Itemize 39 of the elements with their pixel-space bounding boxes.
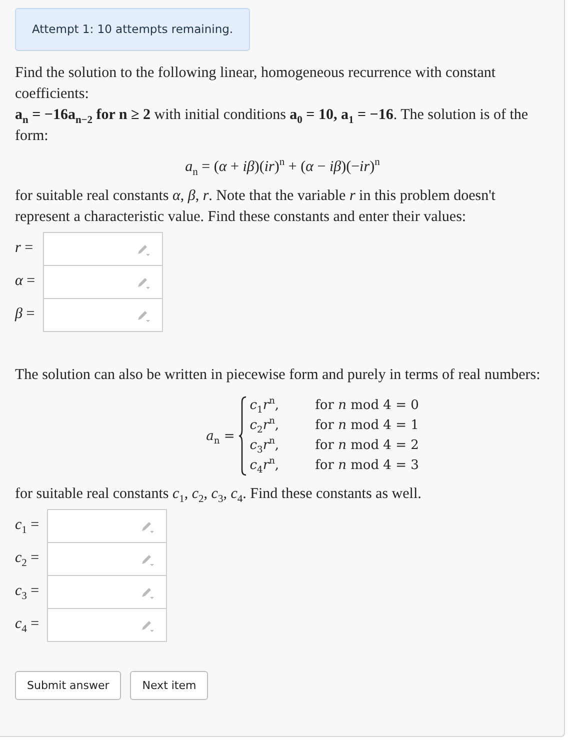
action-button[interactable]: Next item xyxy=(130,671,208,700)
case-condition: for n mod 4 = 3 xyxy=(315,457,419,475)
piecewise-text: The solution can also be written in piecewise form and purely in terms of real numbers: xyxy=(15,366,542,385)
pencil-icon xyxy=(136,308,152,322)
instruction-text: for suitable real constants α, β, r. Note that the variable r in this problem doesn't represent a characteristic value. Find these constants and enter their values: xyxy=(15,187,496,227)
field-label: α = xyxy=(15,272,36,291)
field-label: c$_{1}$ = xyxy=(15,516,40,536)
answer-field[interactable] xyxy=(43,264,163,298)
pencil-icon xyxy=(140,552,156,566)
case-expression: c$_{2}$r$^{n}$, xyxy=(250,416,280,436)
solution-formula: a$_{n}$ = (α + iβ)(ir)$^{n}$ + (α − iβ)(−ir)$^{n}$ xyxy=(185,159,380,175)
answer-field[interactable] xyxy=(43,232,163,266)
case-expression: c$_{3}$r$^{n}$, xyxy=(250,436,280,456)
recurrence-text: a$_{n}$ = −16a$_{n−2}$ for n ≥ 2 with initial conditions a$_{0}$ = 10, a$_{1}$ = −16. The solution is of the form: xyxy=(15,106,530,146)
case-condition: for n mod 4 = 2 xyxy=(315,437,419,455)
piecewise-lhs: a$_{n}$ = xyxy=(206,428,235,446)
question-text: Find the solution to the following linear, homogeneous recurrence with constant coefficients: xyxy=(15,64,497,104)
answer-field[interactable] xyxy=(47,542,167,576)
field-label: β = xyxy=(15,305,36,324)
field-label: r = xyxy=(15,239,34,258)
answer-field[interactable] xyxy=(47,574,167,608)
pencil-icon xyxy=(140,586,156,600)
field-label: c$_{4}$ = xyxy=(15,615,40,635)
answer-field[interactable] xyxy=(43,298,163,332)
attempt-notice: Attempt 1: 10 attempts remaining. xyxy=(15,8,250,51)
instruction-text: for suitable real constants c$_{1}$, c$_{2}$, c$_{3}$, c$_{4}$. Find these constants as well. xyxy=(15,485,422,505)
pencil-icon xyxy=(136,242,152,256)
case-condition: for n mod 4 = 0 xyxy=(315,397,419,415)
answer-field[interactable] xyxy=(47,508,167,542)
case-expression: c$_{4}$r$^{n}$, xyxy=(250,456,280,476)
action-button[interactable]: Submit answer xyxy=(15,671,122,700)
answer-field[interactable] xyxy=(47,608,167,642)
field-label: c$_{3}$ = xyxy=(15,582,40,602)
field-label: c$_{2}$ = xyxy=(15,549,40,569)
pencil-icon xyxy=(136,276,152,290)
case-condition: for n mod 4 = 1 xyxy=(315,417,419,435)
pencil-icon xyxy=(140,520,156,534)
case-expression: c$_{1}$r$^{n}$, xyxy=(250,396,280,416)
pencil-icon xyxy=(140,618,156,632)
